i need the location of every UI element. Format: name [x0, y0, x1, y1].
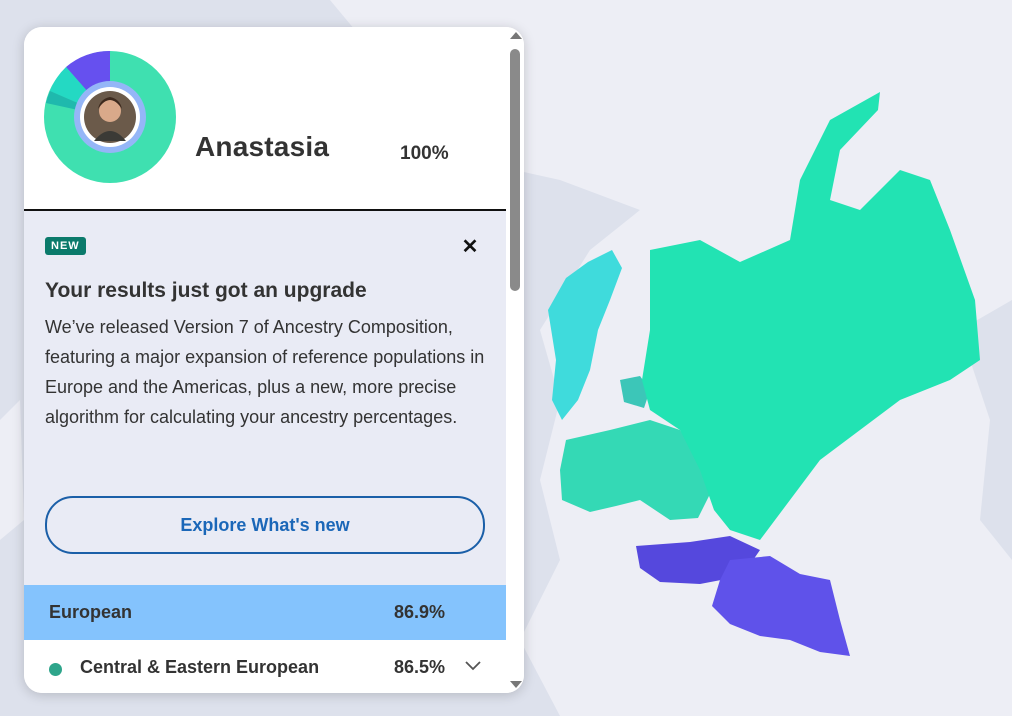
- promo-title: Your results just got an upgrade: [45, 279, 367, 302]
- ancestry-donut-chart: [38, 45, 182, 189]
- upgrade-promo: NEW ✕ Your results just got an upgrade W…: [24, 211, 506, 585]
- scroll-up-icon[interactable]: [510, 32, 522, 39]
- ancestry-color-dot: [49, 663, 62, 676]
- chevron-down-icon[interactable]: [464, 656, 482, 674]
- scroll-down-icon[interactable]: [510, 681, 522, 688]
- panel-scroll-area[interactable]: Anastasia 100% NEW ✕ Your results just g…: [24, 27, 506, 693]
- ancestry-item-central-eastern-european[interactable]: Central & Eastern European 86.5%: [24, 640, 506, 693]
- scrollbar-thumb[interactable]: [510, 49, 520, 291]
- profile-name: Anastasia: [195, 131, 330, 162]
- panel-scrollbar[interactable]: [506, 27, 524, 693]
- profile-header: Anastasia 100%: [24, 27, 506, 211]
- avatar[interactable]: [84, 91, 136, 143]
- section-percent: 86.9%: [394, 602, 446, 622]
- promo-body: We’ve released Version 7 of Ancestry Com…: [45, 317, 485, 427]
- new-badge: NEW: [45, 237, 86, 255]
- section-label: European: [49, 602, 133, 622]
- ancestry-panel: Anastasia 100% NEW ✕ Your results just g…: [24, 27, 524, 693]
- close-icon[interactable]: ✕: [458, 235, 482, 259]
- ancestry-item-percent: 86.5%: [394, 657, 446, 677]
- section-european[interactable]: European 86.9%: [24, 585, 506, 640]
- profile-percent: 100%: [400, 143, 449, 164]
- ancestry-item-label: Central & Eastern European: [80, 657, 320, 677]
- explore-whats-new-button[interactable]: Explore What's new: [45, 496, 485, 554]
